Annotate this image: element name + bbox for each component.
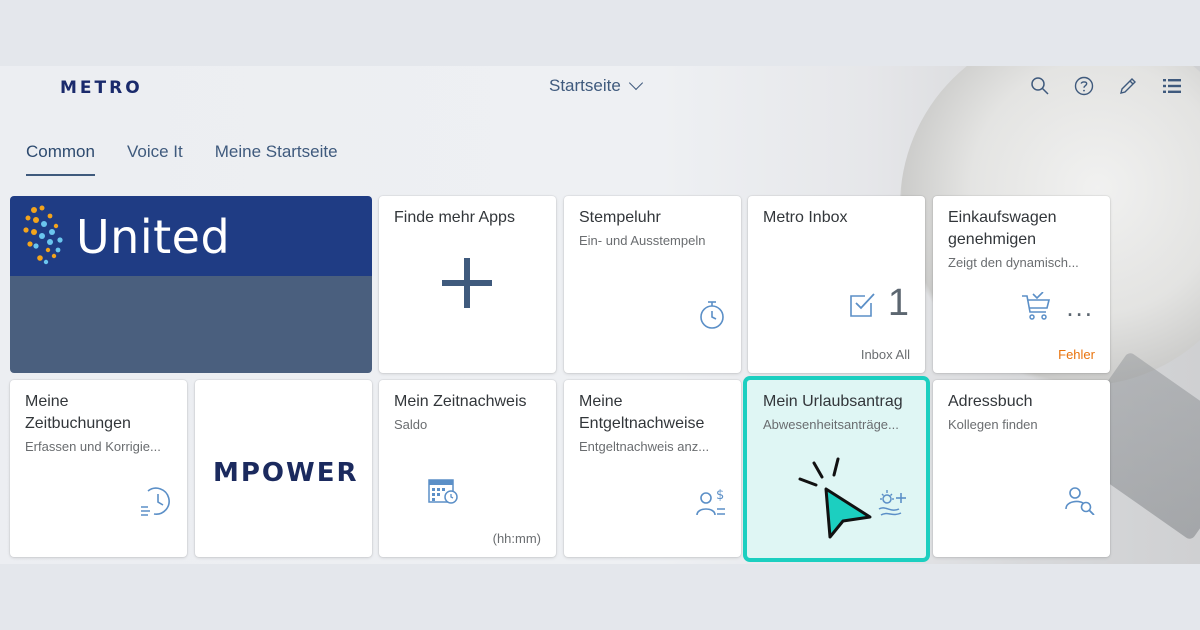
tile-title: Meine Entgeltnachweise: [579, 393, 705, 432]
tile-footer: (hh:mm): [492, 531, 541, 546]
error-status: Fehler: [1058, 347, 1095, 362]
tile-title: Einkaufswagen genehmigen: [948, 209, 1057, 248]
tile-subtitle: Saldo: [394, 417, 428, 432]
tile-footer: Inbox All: [860, 347, 910, 362]
tab-voice-it[interactable]: Voice It: [127, 142, 183, 176]
united-footer: [10, 276, 372, 373]
tab-common[interactable]: Common: [26, 142, 95, 176]
svg-text:$: $: [716, 488, 724, 503]
tile-value: ...: [1066, 292, 1094, 322]
united-tile[interactable]: United: [10, 196, 372, 373]
tile-mein-zeitnachweis[interactable]: Mein Zeitnachweis Saldo (hh:mm): [379, 380, 556, 557]
tile-metro-inbox[interactable]: Metro Inbox 1 Inbox All: [748, 196, 925, 373]
employee-pay-icon: $: [696, 487, 726, 517]
tile-subtitle: Kollegen finden: [948, 417, 1038, 432]
tile-subtitle: Erfassen und Korrigie...: [25, 439, 161, 454]
united-label: United: [76, 210, 231, 264]
leave-request-icon: [877, 487, 909, 519]
tile-subtitle: Zeigt den dynamisch...: [948, 255, 1079, 270]
mpower-logo: MPOWER: [213, 458, 359, 488]
tile-title: Meine Zeitbuchungen: [25, 393, 131, 432]
tile-subtitle: Abwesenheitsanträge...: [763, 417, 899, 432]
tile-subtitle: Ein- und Ausstempeln: [579, 233, 706, 248]
page-title: Startseite: [549, 76, 621, 95]
time-entry-icon: [140, 485, 172, 517]
tile-mein-urlaubsantrag[interactable]: Mein Urlaubsantrag Abwesenheitsanträge..…: [743, 376, 930, 562]
person-search-icon: [1065, 485, 1095, 515]
united-logo-icon: [23, 205, 63, 265]
tile-einkaufswagen-genehmigen[interactable]: Einkaufswagen genehmigen Zeigt den dynam…: [933, 196, 1110, 373]
search-icon[interactable]: [1030, 76, 1050, 96]
plus-icon: [442, 258, 492, 308]
tile-meine-entgeltnachweise[interactable]: Meine Entgeltnachweise Entgeltnachweis a…: [564, 380, 741, 557]
tile-title: Mein Zeitnachweis: [394, 393, 527, 410]
tile-title: Mein Urlaubsantrag: [763, 393, 903, 410]
tile-adressbuch[interactable]: Adressbuch Kollegen finden: [933, 380, 1110, 557]
stopwatch-icon: [698, 300, 726, 330]
tile-stempeluhr[interactable]: Stempeluhr Ein- und Ausstempeln: [564, 196, 741, 373]
tile-meine-zeitbuchungen[interactable]: Meine Zeitbuchungen Erfassen und Korrigi…: [10, 380, 187, 557]
inbox-check-icon: [849, 291, 877, 319]
cursor-click-icon: [798, 457, 872, 539]
chevron-down-icon: [628, 75, 643, 91]
calendar-clock-icon: [428, 477, 458, 505]
tab-meine-startseite[interactable]: Meine Startseite: [215, 142, 338, 176]
page-title-menu[interactable]: Startseite: [549, 75, 643, 96]
tile-title: Metro Inbox: [763, 209, 848, 226]
tab-bar: Common Voice It Meine Startseite: [26, 142, 338, 176]
tile-title: Finde mehr Apps: [394, 209, 515, 226]
tile-subtitle: Entgeltnachweis anz...: [579, 439, 710, 454]
help-icon[interactable]: [1074, 76, 1094, 96]
tile-mpower[interactable]: MPOWER: [195, 380, 372, 557]
tile-title: Adressbuch: [948, 393, 1033, 410]
metro-logo[interactable]: METRO: [60, 78, 143, 98]
tile-finde-mehr-apps[interactable]: Finde mehr Apps: [379, 196, 556, 373]
tile-title: Stempeluhr: [579, 209, 661, 226]
edit-icon[interactable]: [1118, 76, 1138, 96]
list-icon[interactable]: [1162, 76, 1182, 96]
header-actions: [1030, 76, 1182, 96]
cart-approve-icon: [1021, 292, 1051, 322]
inbox-count: 1: [887, 282, 909, 324]
united-banner: United: [10, 196, 372, 276]
